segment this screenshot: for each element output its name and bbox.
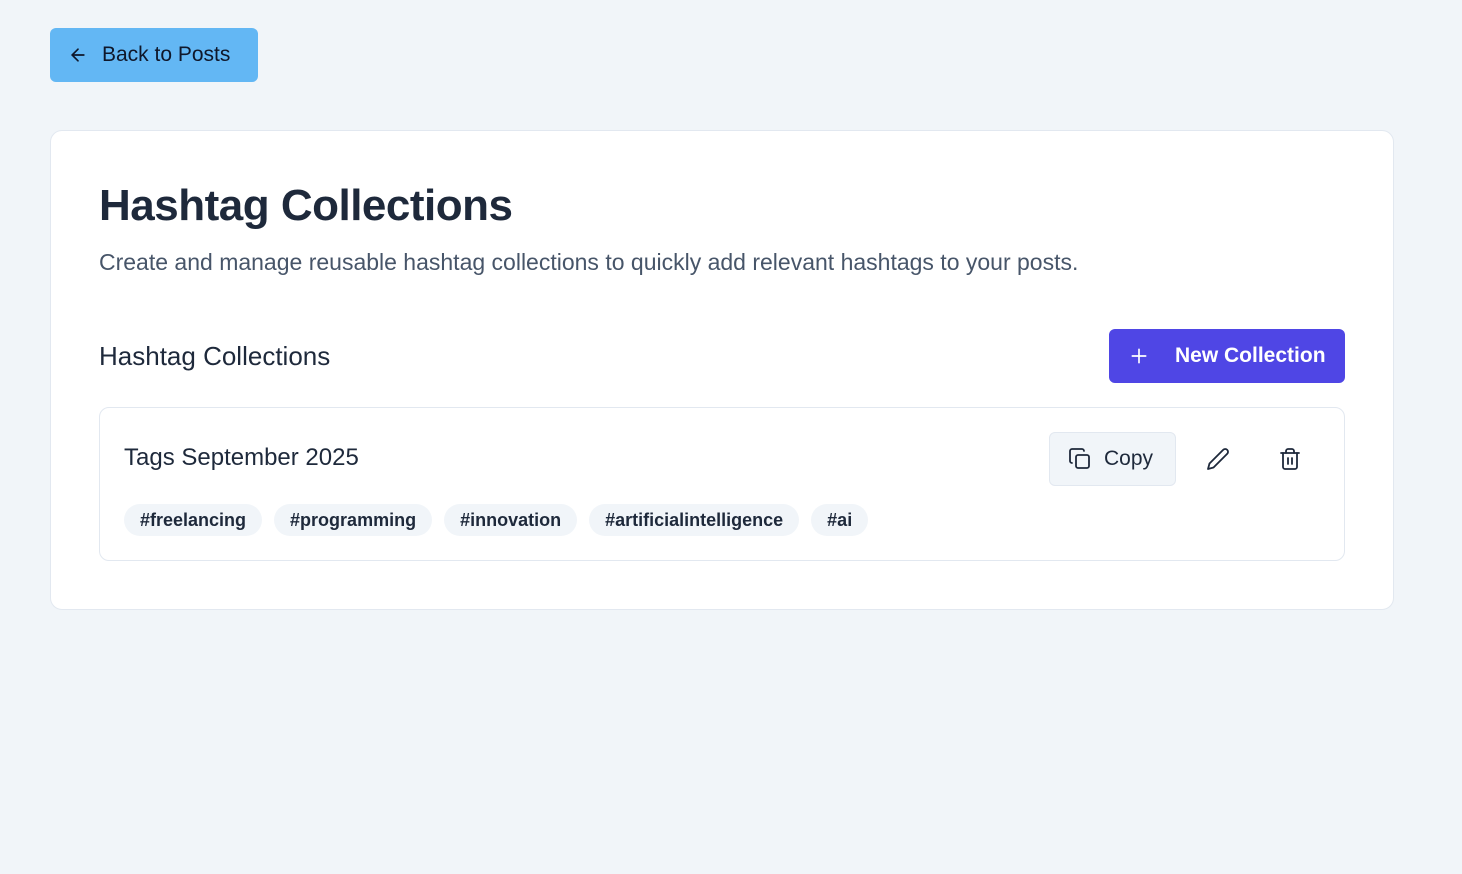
hashtag-chip: #programming — [274, 504, 433, 536]
hashtag-chip: #ai — [811, 504, 869, 536]
edit-collection-button[interactable] — [1197, 438, 1239, 480]
collection-name: Tags September 2025 — [124, 444, 359, 471]
plus-icon — [1129, 346, 1149, 366]
hashtag-chip: #innovation — [444, 504, 578, 536]
copy-icon — [1068, 447, 1092, 471]
hashtag-chip: #freelancing — [124, 504, 263, 536]
new-collection-label: New Collection — [1175, 344, 1326, 367]
pencil-icon — [1206, 447, 1230, 471]
tag-list: #freelancing #programming #innovation #a… — [124, 504, 869, 536]
arrow-left-icon — [68, 45, 88, 65]
hashtag-collections-card: Hashtag Collections Create and manage re… — [50, 130, 1394, 610]
page-title: Hashtag Collections — [99, 181, 513, 230]
new-collection-button[interactable]: New Collection — [1109, 329, 1345, 383]
collection-item: Tags September 2025 Copy #freelancing #p… — [99, 407, 1345, 561]
copy-button[interactable]: Copy — [1049, 432, 1176, 486]
copy-label: Copy — [1104, 447, 1154, 470]
back-to-posts-button[interactable]: Back to Posts — [50, 28, 258, 82]
back-button-label: Back to Posts — [102, 43, 231, 66]
delete-collection-button[interactable] — [1269, 438, 1311, 480]
page-description: Create and manage reusable hashtag colle… — [99, 249, 1079, 275]
section-title: Hashtag Collections — [99, 341, 331, 371]
trash-icon — [1278, 447, 1302, 471]
hashtag-chip: #artificialintelligence — [589, 504, 800, 536]
